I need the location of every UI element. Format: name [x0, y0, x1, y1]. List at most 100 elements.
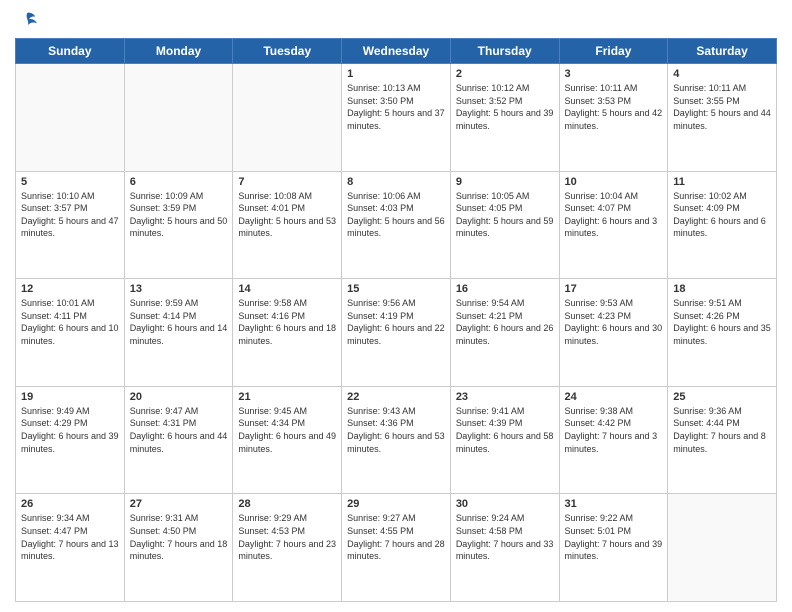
calendar-cell: 16 Sunrise: 9:54 AM Sunset: 4:21 PM Dayli…: [450, 279, 559, 387]
calendar-cell: 5 Sunrise: 10:10 AM Sunset: 3:57 PM Dayli…: [16, 171, 125, 279]
day-number: 6: [130, 176, 228, 188]
calendar-cell: 31 Sunrise: 9:22 AM Sunset: 5:01 PM Dayli…: [559, 494, 668, 602]
calendar-cell: 11 Sunrise: 10:02 AM Sunset: 4:09 PM Dayl…: [668, 171, 777, 279]
day-number: 30: [456, 498, 554, 510]
day-number: 24: [565, 391, 663, 403]
day-info: Sunrise: 9:53 AM Sunset: 4:23 PM Dayligh…: [565, 297, 663, 347]
header: [15, 10, 777, 30]
weekday-header-sunday: Sunday: [16, 39, 125, 64]
calendar-cell: 6 Sunrise: 10:09 AM Sunset: 3:59 PM Dayli…: [124, 171, 233, 279]
day-info: Sunrise: 10:02 AM Sunset: 4:09 PM Daylig…: [673, 190, 771, 240]
day-info: Sunrise: 10:11 AM Sunset: 3:55 PM Daylig…: [673, 82, 771, 132]
calendar-cell: 25 Sunrise: 9:36 AM Sunset: 4:44 PM Dayli…: [668, 386, 777, 494]
day-info: Sunrise: 10:13 AM Sunset: 3:50 PM Daylig…: [347, 82, 445, 132]
day-number: 15: [347, 283, 445, 295]
day-number: 20: [130, 391, 228, 403]
day-number: 12: [21, 283, 119, 295]
calendar-cell: 12 Sunrise: 10:01 AM Sunset: 4:11 PM Dayl…: [16, 279, 125, 387]
weekday-header-saturday: Saturday: [668, 39, 777, 64]
day-number: 14: [238, 283, 336, 295]
day-info: Sunrise: 9:29 AM Sunset: 4:53 PM Dayligh…: [238, 512, 336, 562]
logo: [15, 10, 37, 30]
calendar-cell: 15 Sunrise: 9:56 AM Sunset: 4:19 PM Dayli…: [342, 279, 451, 387]
day-number: 4: [673, 68, 771, 80]
calendar-cell: 1 Sunrise: 10:13 AM Sunset: 3:50 PM Dayli…: [342, 64, 451, 172]
weekday-header-wednesday: Wednesday: [342, 39, 451, 64]
day-number: 3: [565, 68, 663, 80]
day-info: Sunrise: 9:51 AM Sunset: 4:26 PM Dayligh…: [673, 297, 771, 347]
day-info: Sunrise: 9:54 AM Sunset: 4:21 PM Dayligh…: [456, 297, 554, 347]
calendar-cell: [124, 64, 233, 172]
calendar-cell: 8 Sunrise: 10:06 AM Sunset: 4:03 PM Dayli…: [342, 171, 451, 279]
day-info: Sunrise: 9:38 AM Sunset: 4:42 PM Dayligh…: [565, 405, 663, 455]
calendar-cell: [233, 64, 342, 172]
day-number: 17: [565, 283, 663, 295]
day-info: Sunrise: 9:58 AM Sunset: 4:16 PM Dayligh…: [238, 297, 336, 347]
day-number: 18: [673, 283, 771, 295]
calendar-cell: 23 Sunrise: 9:41 AM Sunset: 4:39 PM Dayli…: [450, 386, 559, 494]
calendar-cell: [668, 494, 777, 602]
day-info: Sunrise: 9:45 AM Sunset: 4:34 PM Dayligh…: [238, 405, 336, 455]
day-info: Sunrise: 10:10 AM Sunset: 3:57 PM Daylig…: [21, 190, 119, 240]
day-info: Sunrise: 9:49 AM Sunset: 4:29 PM Dayligh…: [21, 405, 119, 455]
day-info: Sunrise: 9:47 AM Sunset: 4:31 PM Dayligh…: [130, 405, 228, 455]
calendar-cell: [16, 64, 125, 172]
calendar-cell: 9 Sunrise: 10:05 AM Sunset: 4:05 PM Dayli…: [450, 171, 559, 279]
day-number: 1: [347, 68, 445, 80]
day-number: 13: [130, 283, 228, 295]
day-number: 9: [456, 176, 554, 188]
calendar-cell: 4 Sunrise: 10:11 AM Sunset: 3:55 PM Dayli…: [668, 64, 777, 172]
weekday-header-thursday: Thursday: [450, 39, 559, 64]
calendar-cell: 28 Sunrise: 9:29 AM Sunset: 4:53 PM Dayli…: [233, 494, 342, 602]
day-number: 11: [673, 176, 771, 188]
day-info: Sunrise: 10:08 AM Sunset: 4:01 PM Daylig…: [238, 190, 336, 240]
day-number: 31: [565, 498, 663, 510]
weekday-header-monday: Monday: [124, 39, 233, 64]
calendar-cell: 26 Sunrise: 9:34 AM Sunset: 4:47 PM Dayli…: [16, 494, 125, 602]
calendar-cell: 21Sunrise: 9:45 AM Sunset: 4:34 PM Dayli…: [233, 386, 342, 494]
calendar-cell: 7Sunrise: 10:08 AM Sunset: 4:01 PM Dayli…: [233, 171, 342, 279]
calendar-cell: 19 Sunrise: 9:49 AM Sunset: 4:29 PM Dayli…: [16, 386, 125, 494]
calendar-cell: 17 Sunrise: 9:53 AM Sunset: 4:23 PM Dayli…: [559, 279, 668, 387]
day-info: Sunrise: 10:06 AM Sunset: 4:03 PM Daylig…: [347, 190, 445, 240]
day-number: 5: [21, 176, 119, 188]
day-info: Sunrise: 9:59 AM Sunset: 4:14 PM Dayligh…: [130, 297, 228, 347]
calendar-cell: 22Sunrise: 9:43 AM Sunset: 4:36 PM Dayli…: [342, 386, 451, 494]
calendar-cell: 18 Sunrise: 9:51 AM Sunset: 4:26 PM Dayli…: [668, 279, 777, 387]
calendar-cell: 30 Sunrise: 9:24 AM Sunset: 4:58 PM Dayli…: [450, 494, 559, 602]
weekday-header-tuesday: Tuesday: [233, 39, 342, 64]
day-info: Sunrise: 10:04 AM Sunset: 4:07 PM Daylig…: [565, 190, 663, 240]
day-number: 10: [565, 176, 663, 188]
day-info: Sunrise: 9:31 AM Sunset: 4:50 PM Dayligh…: [130, 512, 228, 562]
calendar-cell: 10 Sunrise: 10:04 AM Sunset: 4:07 PM Dayl…: [559, 171, 668, 279]
day-info: Sunrise: 10:09 AM Sunset: 3:59 PM Daylig…: [130, 190, 228, 240]
day-number: 8: [347, 176, 445, 188]
day-number: 16: [456, 283, 554, 295]
logo-bird-icon: [17, 10, 37, 30]
day-info: Sunrise: 10:05 AM Sunset: 4:05 PM Daylig…: [456, 190, 554, 240]
calendar-cell: 29Sunrise: 9:27 AM Sunset: 4:55 PM Dayli…: [342, 494, 451, 602]
day-number: 28: [238, 498, 336, 510]
day-number: 23: [456, 391, 554, 403]
calendar-cell: 24 Sunrise: 9:38 AM Sunset: 4:42 PM Dayli…: [559, 386, 668, 494]
day-info: Sunrise: 9:22 AM Sunset: 5:01 PM Dayligh…: [565, 512, 663, 562]
day-info: Sunrise: 9:56 AM Sunset: 4:19 PM Dayligh…: [347, 297, 445, 347]
day-info: Sunrise: 9:41 AM Sunset: 4:39 PM Dayligh…: [456, 405, 554, 455]
day-info: Sunrise: 9:24 AM Sunset: 4:58 PM Dayligh…: [456, 512, 554, 562]
calendar-cell: 13 Sunrise: 9:59 AM Sunset: 4:14 PM Dayli…: [124, 279, 233, 387]
calendar-cell: 27 Sunrise: 9:31 AM Sunset: 4:50 PM Dayli…: [124, 494, 233, 602]
calendar-cell: 2Sunrise: 10:12 AM Sunset: 3:52 PM Dayli…: [450, 64, 559, 172]
day-info: Sunrise: 9:34 AM Sunset: 4:47 PM Dayligh…: [21, 512, 119, 562]
day-number: 19: [21, 391, 119, 403]
weekday-header-friday: Friday: [559, 39, 668, 64]
day-number: 25: [673, 391, 771, 403]
calendar-cell: 20 Sunrise: 9:47 AM Sunset: 4:31 PM Dayli…: [124, 386, 233, 494]
day-number: 27: [130, 498, 228, 510]
calendar-cell: 14 Sunrise: 9:58 AM Sunset: 4:16 PM Dayli…: [233, 279, 342, 387]
day-number: 26: [21, 498, 119, 510]
calendar-cell: 3 Sunrise: 10:11 AM Sunset: 3:53 PM Dayli…: [559, 64, 668, 172]
day-info: Sunrise: 10:01 AM Sunset: 4:11 PM Daylig…: [21, 297, 119, 347]
day-info: Sunrise: 10:11 AM Sunset: 3:53 PM Daylig…: [565, 82, 663, 132]
day-info: Sunrise: 9:36 AM Sunset: 4:44 PM Dayligh…: [673, 405, 771, 455]
calendar: SundayMondayTuesdayWednesdayThursdayFrid…: [15, 38, 777, 602]
